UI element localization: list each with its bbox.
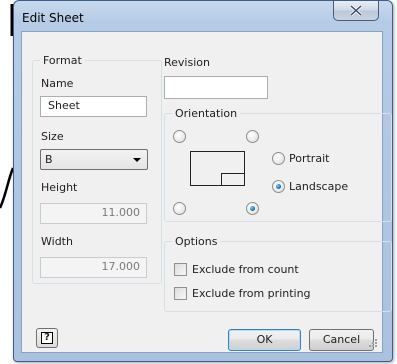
corner-top-right-radio[interactable] xyxy=(246,130,259,143)
orientation-group-title: Orientation xyxy=(172,107,241,120)
ink-stroke-icon xyxy=(0,4,14,209)
dialog-window: Edit Sheet Format Name Sheet Size B Heig… xyxy=(13,0,393,362)
exclude-printing-checkbox[interactable] xyxy=(174,287,187,300)
size-select[interactable]: B xyxy=(40,149,148,170)
resize-grip-icon[interactable] xyxy=(368,338,378,348)
corner-bottom-right-radio[interactable] xyxy=(246,202,259,215)
title-block-preview-icon xyxy=(221,173,245,186)
options-group-title: Options xyxy=(172,235,221,248)
height-input[interactable]: 11.000 xyxy=(40,203,147,224)
revision-label: Revision xyxy=(164,56,210,69)
format-group-title: Format xyxy=(40,54,85,67)
exclude-count-checkbox[interactable] xyxy=(174,263,187,276)
ink-annotation xyxy=(0,0,14,364)
name-label: Name xyxy=(41,77,74,90)
portrait-label[interactable]: Portrait xyxy=(289,152,329,165)
width-label: Width xyxy=(41,235,73,248)
options-group: Options xyxy=(164,235,392,312)
width-input[interactable]: 17.000 xyxy=(40,257,147,278)
size-select-value: B xyxy=(45,153,53,166)
revision-input[interactable] xyxy=(164,76,268,99)
height-label: Height xyxy=(41,181,78,194)
portrait-radio[interactable] xyxy=(272,152,285,165)
title-bar[interactable]: Edit Sheet xyxy=(14,1,392,31)
help-button[interactable]: ? xyxy=(36,328,58,348)
landscape-radio[interactable] xyxy=(272,180,285,193)
format-group: Format xyxy=(32,54,162,284)
dialog-body: Format Name Sheet Size B Height 11.000 W… xyxy=(21,31,392,353)
cancel-button[interactable]: Cancel xyxy=(309,329,374,351)
help-question-icon: ? xyxy=(41,332,53,344)
corner-bottom-left-radio[interactable] xyxy=(173,202,186,215)
ok-button[interactable]: OK xyxy=(228,329,301,351)
name-input[interactable]: Sheet xyxy=(40,96,147,117)
window-title: Edit Sheet xyxy=(22,11,84,25)
exclude-printing-label[interactable]: Exclude from printing xyxy=(192,287,311,300)
chevron-down-icon xyxy=(133,158,141,162)
size-label: Size xyxy=(41,130,64,143)
exclude-count-label[interactable]: Exclude from count xyxy=(192,263,299,276)
landscape-label[interactable]: Landscape xyxy=(289,180,348,193)
close-x-icon xyxy=(349,5,363,16)
close-button[interactable] xyxy=(333,1,379,21)
corner-top-left-radio[interactable] xyxy=(173,130,186,143)
